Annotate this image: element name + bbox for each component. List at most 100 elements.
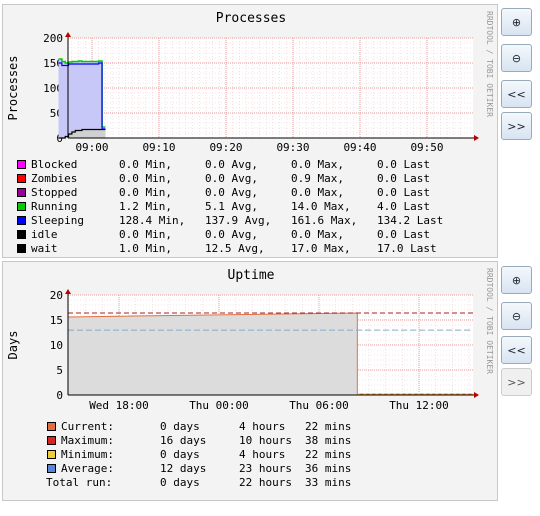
- processes-prev-button[interactable]: <<: [501, 80, 532, 108]
- legend-swatch: [47, 464, 56, 473]
- legend-swatch: [17, 174, 26, 183]
- y-axis-label: Processes: [6, 55, 20, 120]
- x-tick-label: Thu 12:00: [389, 399, 449, 412]
- legend-row: Average: 12 days 23 hours 36 mins: [3, 462, 483, 476]
- legend-name: Stopped: [31, 186, 78, 199]
- legend-max: 14.0 Max,: [291, 200, 351, 213]
- legend-last: 134.2 Last: [377, 214, 444, 227]
- legend-last: 0.0 Last: [377, 186, 430, 199]
- x-tick-label: Thu 00:00: [189, 399, 249, 412]
- uptime-next-button[interactable]: >>: [501, 368, 532, 396]
- x-tick-label: Wed 18:00: [89, 399, 149, 412]
- legend-last: 0.0 Last: [377, 158, 430, 171]
- legend-name: Blocked: [31, 158, 78, 171]
- legend-m: 33 mins: [305, 476, 352, 489]
- legend-max: 17.0 Max,: [291, 242, 351, 255]
- legend-h: 22 hours: [239, 476, 292, 489]
- legend-name: Running: [31, 200, 78, 213]
- legend-avg: 0.0 Avg,: [205, 172, 258, 185]
- processes-zoom-out-button[interactable]: ⊖: [501, 44, 532, 72]
- prev-label: <<: [507, 343, 526, 357]
- y-axis-arrow: [65, 32, 71, 37]
- legend-avg: 0.0 Avg,: [205, 228, 258, 241]
- legend-d: 12 days: [160, 462, 207, 475]
- legend-swatch: [17, 202, 26, 211]
- uptime-zoom-in-button[interactable]: ⊕: [501, 266, 532, 294]
- legend-row: Blocked 0.0 Min, 0.0 Avg, 0.0 Max, 0.0 Last: [3, 158, 483, 172]
- legend-avg: 12.5 Avg,: [205, 242, 265, 255]
- legend-d: 0 days: [160, 420, 200, 433]
- legend-m: 22 mins: [305, 448, 352, 461]
- prev-label: <<: [507, 87, 526, 101]
- chart-title: Uptime: [228, 268, 275, 283]
- legend-row: Maximum: 16 days 10 hours 38 mins: [3, 434, 483, 448]
- legend-avg: 0.0 Avg,: [205, 158, 258, 171]
- y-axis-arrow: [65, 289, 71, 294]
- legend-last: 0.0 Last: [377, 172, 430, 185]
- processes-panel: 09:00 09:10 09:20 09:30 09:40 09:50 0 50 100 150 2…: [2, 4, 498, 258]
- uptime-prev-button[interactable]: <<: [501, 336, 532, 364]
- uptime-zoom-out-button[interactable]: ⊖: [501, 302, 532, 330]
- legend-avg: 0.0 Avg,: [205, 186, 258, 199]
- legend-name: Sleeping: [31, 214, 84, 227]
- legend-name: Minimum:: [61, 448, 114, 461]
- x-tick-label: 09:00: [75, 141, 108, 154]
- side-watermark: RRDTOOL / TOBI OETIKER: [485, 268, 494, 374]
- zoom-in-icon: ⊕: [511, 273, 522, 287]
- legend-row: Stopped 0.0 Min, 0.0 Avg, 0.0 Max, 0.0 Last: [3, 186, 483, 200]
- y-tick-label: 10: [50, 339, 63, 352]
- legend-min: 0.0 Min,: [119, 228, 172, 241]
- zoom-out-icon: ⊖: [511, 309, 522, 323]
- legend-row: Zombies 0.0 Min, 0.0 Avg, 0.9 Max, 0.0 Last: [3, 172, 483, 186]
- legend-min: 1.2 Min,: [119, 200, 172, 213]
- processes-next-button[interactable]: >>: [501, 112, 532, 140]
- legend-swatch: [17, 216, 26, 225]
- legend-swatch: [17, 230, 26, 239]
- legend-name: Current:: [61, 420, 114, 433]
- legend-name: Total run:: [46, 476, 113, 489]
- legend-h: 23 hours: [239, 462, 292, 475]
- x-tick-label: 09:30: [276, 141, 309, 154]
- legend-swatch: [17, 244, 26, 253]
- next-label: >>: [507, 119, 526, 133]
- legend-max: 0.9 Max,: [291, 172, 344, 185]
- legend-m: 38 mins: [305, 434, 352, 447]
- x-axis-arrow: [474, 135, 479, 141]
- uptime-area: [68, 313, 358, 395]
- next-label: >>: [507, 375, 526, 389]
- legend-max: 0.0 Max,: [291, 158, 344, 171]
- y-tick-label: 15: [50, 314, 63, 327]
- legend-row: Current: 0 days 4 hours 22 mins: [3, 420, 483, 434]
- legend-d: 0 days: [160, 476, 200, 489]
- y-tick-label: 5: [56, 364, 63, 377]
- x-tick-label: Thu 06:00: [289, 399, 349, 412]
- legend-row: Minimum: 0 days 4 hours 22 mins: [3, 448, 483, 462]
- legend-d: 16 days: [160, 434, 207, 447]
- y-tick-label: 20: [50, 289, 63, 302]
- legend-name: Zombies: [31, 172, 78, 185]
- legend-d: 0 days: [160, 448, 200, 461]
- legend-last: 4.0 Last: [377, 200, 430, 213]
- legend-swatch: [47, 422, 56, 431]
- legend-row: wait 1.0 Min, 12.5 Avg, 17.0 Max, 17.0 Last: [3, 242, 483, 256]
- legend-row: Sleeping 128.4 Min, 137.9 Avg, 161.6 Max, 13…: [3, 214, 483, 228]
- legend-name: idle: [31, 228, 58, 241]
- legend-h: 4 hours: [239, 448, 286, 461]
- sleeping-area: [58, 59, 106, 138]
- side-watermark: RRDTOOL / TOBI OETIKER: [485, 11, 494, 117]
- processes-zoom-in-button[interactable]: ⊕: [501, 8, 532, 36]
- legend-name: Average:: [61, 462, 114, 475]
- legend-min: 1.0 Min,: [119, 242, 172, 255]
- zoom-in-icon: ⊕: [511, 15, 522, 29]
- legend-max: 0.0 Max,: [291, 228, 344, 241]
- y-axis-label: Days: [6, 331, 20, 360]
- x-tick-label: 09:20: [209, 141, 242, 154]
- zoom-out-icon: ⊖: [511, 51, 522, 65]
- legend-avg: 5.1 Avg,: [205, 200, 258, 213]
- legend-swatch: [17, 160, 26, 169]
- uptime-panel: Wed 18:00 Thu 00:00 Thu 06:00 Thu 12:00 0 5 10…: [2, 261, 498, 501]
- legend-min: 0.0 Min,: [119, 172, 172, 185]
- legend-row: Total run: 0 days 22 hours 33 mins: [3, 476, 483, 490]
- legend-h: 4 hours: [239, 420, 286, 433]
- x-tick-label: 09:10: [142, 141, 175, 154]
